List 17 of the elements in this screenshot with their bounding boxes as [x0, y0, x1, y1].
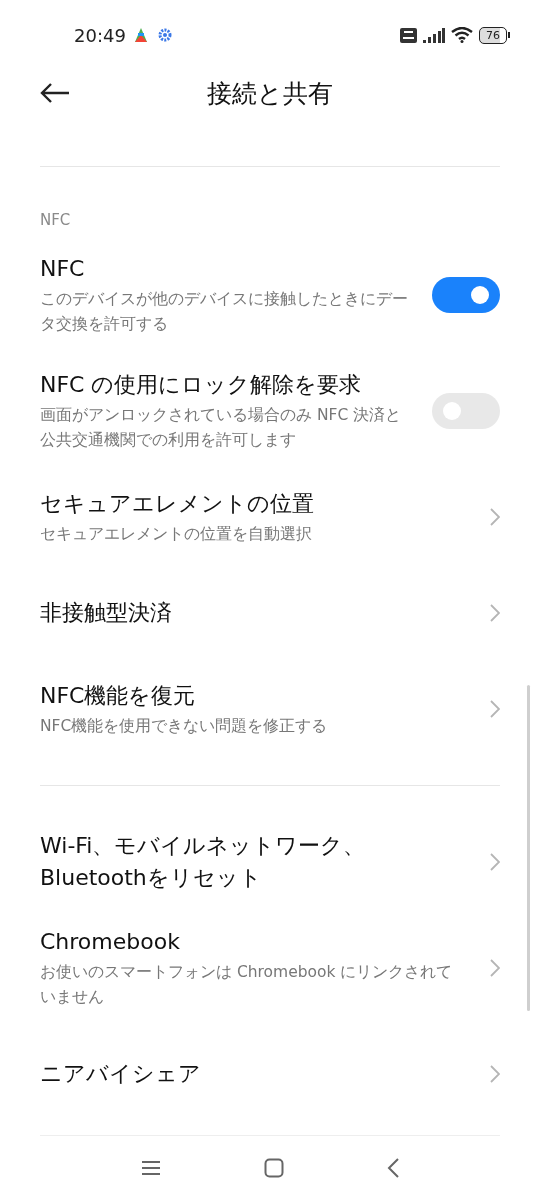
section-header: NFC [39, 210, 72, 231]
setting-title[interactable]: NFC の使用にロック解除を要求 [40, 369, 410, 401]
page-title: 接続と共有 [207, 77, 334, 110]
setting-title[interactable]: ニアバイシェア [40, 1058, 468, 1090]
battery-icon: 76 [479, 26, 510, 44]
setting-description: NFC機能を使用できない問題を修正する [40, 715, 329, 737]
setting-title[interactable]: セキュアエレメントの位置 [40, 487, 468, 520]
setting-title[interactable]: Chromebook [40, 926, 468, 958]
setting-description: このデバイスが他のデバイスに接触したときにデータ交換を許可する [40, 289, 409, 335]
clock: 20:49 [74, 24, 126, 46]
setting-title[interactable]: Wi-Fi、モバイルネットワーク、Bluetoothをリセット [40, 830, 468, 894]
setting-description: 画面がアンロックされている場合のみ NFC 決済と公共交通機関での利用を許可します [40, 405, 403, 451]
setting-description: お使いのスマートフォンは Chromebook にリンクされていません [40, 962, 454, 1008]
setting-description: セキュアエレメントの位置を自動選択 [40, 523, 313, 545]
setting-title[interactable]: NFC [40, 253, 410, 285]
setting-title[interactable]: NFC機能を復元 [40, 679, 468, 712]
setting-title[interactable]: 非接触型決済 [40, 597, 468, 629]
